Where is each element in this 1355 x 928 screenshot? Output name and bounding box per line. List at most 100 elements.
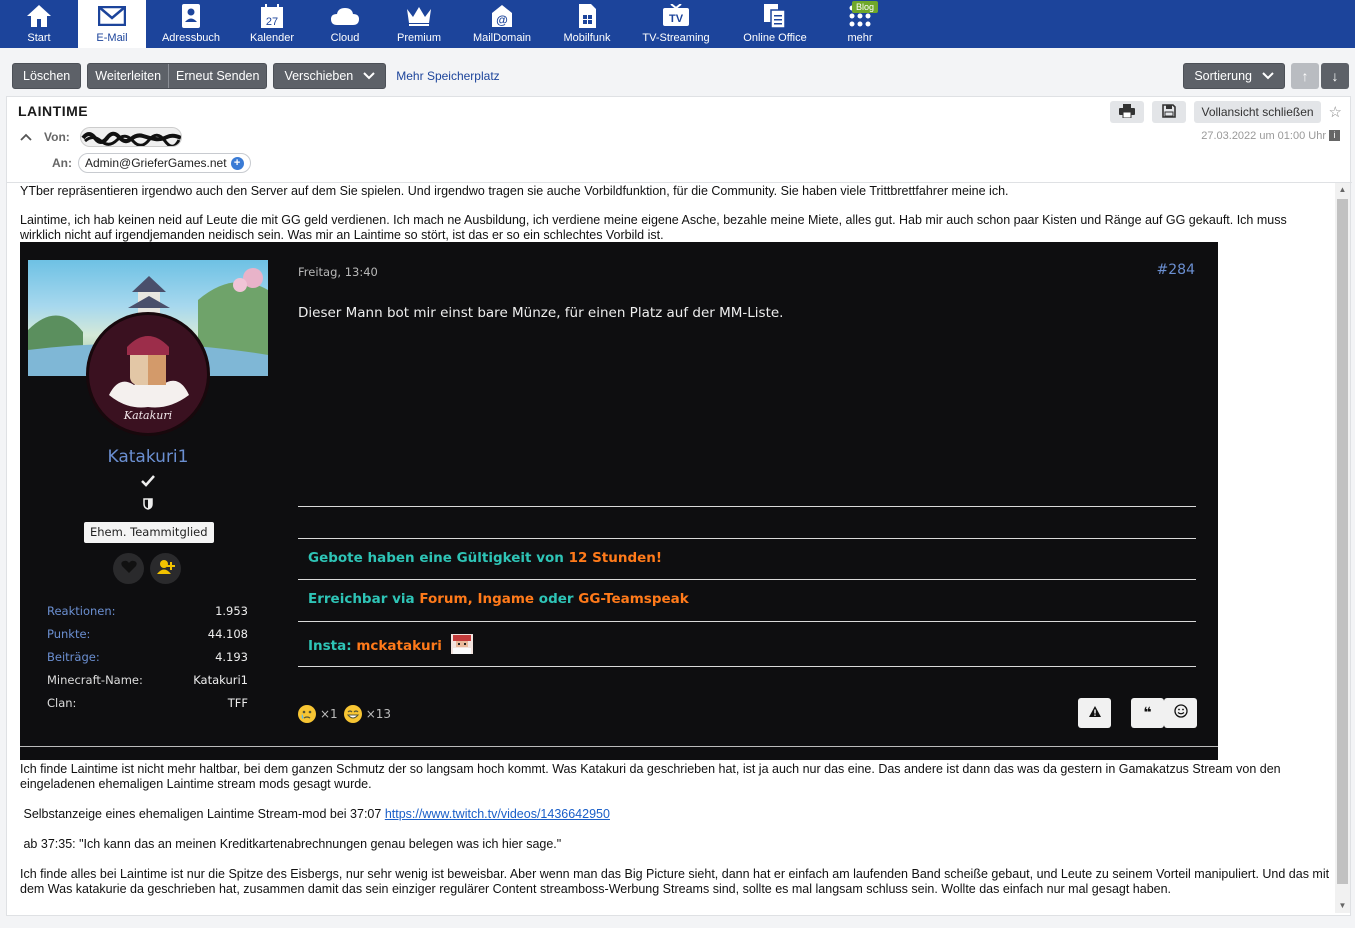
follow-button[interactable]: [113, 553, 144, 584]
grinning-emoji-icon: [343, 705, 362, 723]
shield-icon: [143, 498, 153, 513]
scroll-down-icon[interactable]: ▼: [1335, 899, 1350, 913]
recipient-chip[interactable]: Admin@GrieferGames.net +: [78, 153, 251, 173]
sender-chip-redacted[interactable]: [80, 127, 182, 147]
forum-post-embed: Katakuri Katakuri1 Ehem. Teammitglied Re…: [20, 242, 1218, 760]
mail-toolbar: Löschen Weiterleiten Erneut Senden Versc…: [6, 56, 1351, 96]
signature-divider: [298, 579, 1196, 580]
move-button[interactable]: Verschieben: [273, 63, 387, 89]
body-paragraph: YTber repräsentieren irgendwo auch den S…: [20, 184, 1009, 198]
scrollbar-thumb[interactable]: [1337, 199, 1348, 884]
mail-subject: LAINTIME: [18, 103, 89, 119]
stat-key[interactable]: Beiträge:: [47, 650, 100, 673]
stat-row: Clan: TFF: [47, 696, 248, 719]
delete-button[interactable]: Löschen: [12, 63, 82, 89]
nav-start[interactable]: Start: [0, 0, 78, 48]
sig-highlight: Forum: [419, 591, 468, 607]
signature-divider: [298, 621, 1196, 622]
arrow-up-icon: ↑: [1301, 68, 1309, 84]
previous-mail-button[interactable]: ↑: [1291, 63, 1319, 89]
add-friend-button[interactable]: [150, 553, 181, 584]
arrow-down-icon: ↓: [1331, 68, 1339, 84]
print-button[interactable]: [1110, 101, 1145, 123]
to-row: An: Admin@GrieferGames.net +: [52, 153, 251, 173]
post-number[interactable]: #284: [1157, 263, 1195, 278]
sig-text: ,: [467, 591, 478, 607]
from-label: Von:: [44, 130, 70, 144]
signature-line-2: Erreichbar via Forum, Ingame oder GG-Tea…: [308, 592, 689, 607]
forward-button[interactable]: Weiterleiten: [88, 64, 168, 88]
signature-line-1: Gebote haben eine Gültigkeit von 12 Stun…: [308, 551, 662, 566]
add-user-icon: [156, 559, 175, 578]
checkmark-icon: [141, 475, 155, 490]
scrollbar[interactable]: ▲ ▼: [1335, 183, 1350, 913]
body-paragraph: Selbstanzeige eines ehemaligen Laintime …: [20, 807, 610, 822]
mail-date: 27.03.2022 um 01:00 Uhr: [1201, 130, 1326, 142]
react-button[interactable]: [1164, 698, 1197, 728]
nav-more[interactable]: Blog mehr: [824, 0, 896, 48]
stat-key[interactable]: Punkte:: [47, 627, 90, 650]
addressbook-icon: [180, 2, 202, 30]
next-mail-button[interactable]: ↓: [1321, 63, 1349, 89]
nav-maildomain[interactable]: @ MailDomain: [456, 0, 548, 48]
nav-premium[interactable]: Premium: [382, 0, 456, 48]
star-icon[interactable]: ☆: [1329, 103, 1342, 121]
nav-email[interactable]: E-Mail: [78, 0, 146, 48]
quote-icon: ❝: [1143, 704, 1152, 721]
stat-value: 1.953: [215, 604, 248, 618]
scroll-up-icon[interactable]: ▲: [1335, 183, 1350, 197]
crying-emoji-icon: [298, 705, 316, 723]
close-fullview-button[interactable]: Vollansicht schließen: [1194, 101, 1321, 123]
stat-row: Beiträge: 4.193: [47, 650, 248, 673]
sig-highlight: mckatakuri: [356, 638, 442, 654]
nav-addressbook[interactable]: Adressbuch: [146, 0, 236, 48]
add-contact-icon[interactable]: +: [230, 156, 244, 170]
nav-label: mehr: [847, 32, 873, 44]
pixel-avatar-icon: [450, 634, 473, 658]
post-bottom-divider: [20, 746, 1218, 747]
report-button[interactable]: [1078, 698, 1111, 728]
blog-badge[interactable]: Blog: [852, 1, 879, 13]
forward-group: Weiterleiten Erneut Senden: [87, 63, 268, 89]
username[interactable]: Katakuri1: [28, 449, 268, 466]
reactions-summary[interactable]: ×1 ×13: [298, 705, 391, 723]
nav-label: Online Office: [743, 32, 807, 44]
nav-label: TV-Streaming: [642, 32, 710, 44]
office-icon: [763, 2, 787, 30]
nav-tv-streaming[interactable]: TV TV-Streaming: [626, 0, 726, 48]
stat-value: TFF: [227, 696, 248, 710]
sig-highlight: Ingame: [477, 591, 535, 607]
signature-line-3: Insta: mckatakuri: [308, 634, 473, 658]
body-paragraph: Ich finde alles bei Laintime ist nur die…: [20, 867, 1330, 896]
mail-icon: [98, 2, 126, 30]
move-label: Verschieben: [284, 69, 354, 83]
stat-key[interactable]: Reaktionen:: [47, 604, 116, 627]
sig-highlight: 12 Stunden!: [568, 550, 663, 566]
post-text: Dieser Mann bot mir einst bare Münze, fü…: [298, 305, 784, 321]
warning-icon: [1088, 705, 1102, 722]
user-avatar[interactable]: Katakuri: [86, 312, 210, 436]
more-storage-link[interactable]: Mehr Speicherplatz: [396, 69, 499, 83]
toolbar-right: Sortierung ↑ ↓: [1177, 63, 1349, 89]
nav-calendar[interactable]: 27 Kalender: [236, 0, 308, 48]
stat-row: Reaktionen: 1.953: [47, 604, 248, 627]
save-button[interactable]: [1152, 101, 1187, 123]
maildomain-icon: @: [489, 2, 515, 30]
twitch-link[interactable]: https://www.twitch.tv/videos/1436642950: [385, 807, 610, 821]
quote-button[interactable]: ❝: [1131, 698, 1164, 728]
home-icon: [26, 2, 52, 30]
nav-label: E-Mail: [96, 32, 128, 44]
stat-row: Minecraft-Name: Katakuri1: [47, 673, 248, 696]
info-icon[interactable]: i: [1329, 130, 1340, 141]
nav-cloud[interactable]: Cloud: [308, 0, 382, 48]
nav-mobilfunk[interactable]: Mobilfunk: [548, 0, 626, 48]
mail-body: YTber repräsentieren irgendwo auch den S…: [20, 184, 1330, 912]
stat-value: 44.108: [207, 627, 248, 641]
resend-button[interactable]: Erneut Senden: [168, 64, 266, 88]
nav-online-office[interactable]: Online Office: [726, 0, 824, 48]
nav-label: MailDomain: [472, 32, 532, 44]
collapse-icon[interactable]: [20, 130, 32, 144]
sort-button[interactable]: Sortierung: [1183, 63, 1285, 89]
chevron-down-icon: [1262, 69, 1274, 83]
post-date[interactable]: Freitag, 13:40: [298, 265, 378, 280]
